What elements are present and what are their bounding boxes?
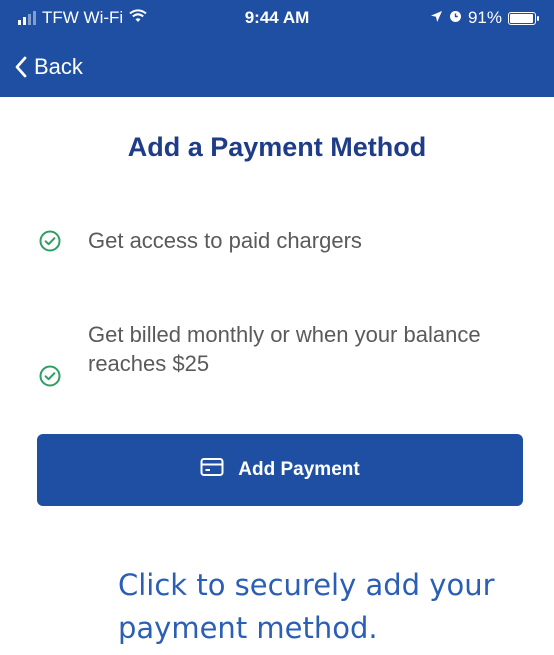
benefit-item: Get access to paid chargers bbox=[38, 226, 554, 260]
nav-bar: Back bbox=[0, 37, 554, 97]
benefit-text: Get billed monthly or when your balance … bbox=[88, 322, 481, 376]
credit-card-icon bbox=[200, 457, 224, 483]
battery-icon bbox=[508, 11, 539, 25]
benefit-item: Get billed monthly or when your balance … bbox=[38, 320, 554, 395]
page-title: Add a Payment Method bbox=[127, 132, 427, 162]
benefit-text: Get access to paid chargers bbox=[88, 228, 362, 253]
caption-text: Click to securely add your payment metho… bbox=[118, 568, 495, 645]
alarm-icon bbox=[449, 8, 462, 28]
add-payment-button[interactable]: Add Payment bbox=[37, 434, 523, 506]
back-button[interactable]: Back bbox=[14, 54, 83, 80]
location-arrow-icon bbox=[430, 8, 443, 28]
status-bar: TFW Wi-Fi 9:44 AM 91% bbox=[0, 0, 554, 37]
battery-percent: 91% bbox=[467, 8, 502, 27]
status-bar-right: 91% bbox=[430, 8, 539, 28]
add-payment-label: Add Payment bbox=[238, 459, 360, 480]
check-circle-icon bbox=[38, 229, 62, 260]
check-circle-icon bbox=[38, 335, 62, 395]
chevron-left-icon bbox=[14, 56, 28, 78]
back-label: Back bbox=[34, 54, 83, 79]
